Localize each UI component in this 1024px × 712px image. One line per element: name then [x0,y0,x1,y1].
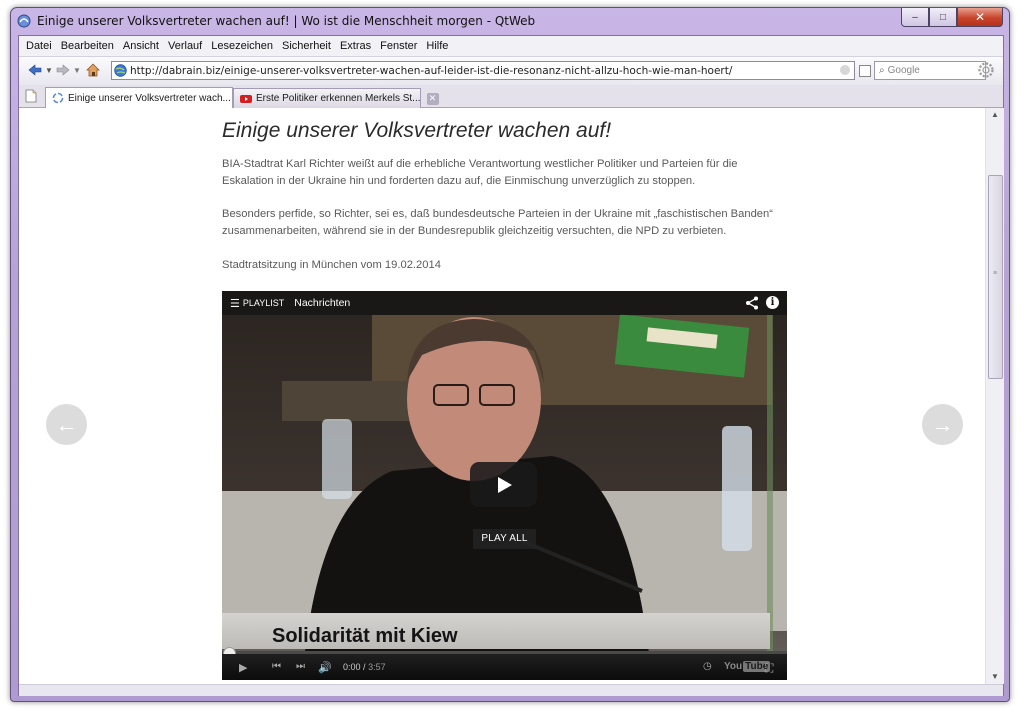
tab-label: Erste Politiker erkennen Merkels St... [256,93,421,104]
youtube-logo-text: You [724,661,743,672]
playlist-menu-icon[interactable]: ☰ [230,297,240,310]
address-bar[interactable]: http://dabrain.biz/einige-unserer-volksv… [111,61,855,80]
forward-arrow-icon[interactable] [56,63,70,77]
youtube-logo[interactable]: You Tube [724,661,771,672]
search-placeholder: Google [887,65,920,76]
previous-post-arrow-icon[interactable]: ← [46,404,87,445]
play-icon[interactable]: ▶ [239,661,247,674]
navigation-toolbar: ▼ ▼ http://dabrain.biz/einige-unserer-vo… [19,56,1003,86]
client-area: Datei Bearbeiten Ansicht Verlauf Lesezei… [18,35,1004,696]
url-text[interactable]: http://dabrain.biz/einige-unserer-volksv… [130,65,732,77]
browser-window: Einige unserer Volksvertreter wachen auf… [10,7,1010,702]
qtweb-app-icon [17,14,31,28]
page-viewport: ← → Einige unserer Volksvertreter wachen… [19,108,985,684]
fullscreen-icon[interactable]: ⛶ [765,661,773,676]
play-button[interactable] [470,462,537,507]
forward-history-dropdown-icon[interactable]: ▼ [73,63,81,77]
tab-einige-unserer-volksvertreter[interactable]: Einige unserer Volksvertreter wach... ✕ [45,87,249,108]
scrollbar-grip-icon: ≡ [993,270,998,277]
post-title: Einige unserer Volksvertreter wachen auf… [222,119,612,142]
volume-icon[interactable]: 🔊 [318,661,332,674]
menu-ansicht[interactable]: Ansicht [120,40,165,52]
globe-icon [114,64,127,77]
tab-bar: Einige unserer Volksvertreter wach... ✕ … [19,85,1003,108]
tab-label: Einige unserer Volksvertreter wach... [68,92,231,104]
next-video-icon[interactable]: ⏭ [296,661,305,672]
article-paragraph: BIA-Stadtrat Karl Richter weißt auf die … [222,158,738,187]
menu-lesezeichen[interactable]: Lesezeichen [208,40,279,52]
tab-erste-politiker[interactable]: Erste Politiker erkennen Merkels St... ✕ [233,88,439,108]
playlist-title[interactable]: Nachrichten [294,297,350,309]
menu-sicherheit[interactable]: Sicherheit [279,40,337,52]
scrollbar-thumb[interactable]: ≡ [988,175,1003,379]
next-post-arrow-icon[interactable]: → [922,404,963,445]
video-top-bar: ☰ PLAYLIST Nachrichten [222,291,787,315]
back-history-dropdown-icon[interactable]: ▼ [45,63,53,77]
menu-extras[interactable]: Extras [337,40,377,52]
window-controls: – □ ✕ [901,8,1003,28]
menu-datei[interactable]: Datei [23,40,58,52]
scroll-up-arrow-icon[interactable]: ▲ [986,108,1004,122]
previous-video-icon[interactable]: ⏮ [272,661,281,672]
total-duration: 3:57 [368,662,386,672]
menu-hilfe[interactable]: Hilfe [423,40,454,52]
close-button[interactable]: ✕ [957,8,1003,27]
share-icon[interactable] [745,296,759,310]
current-time: 0:00 [343,662,361,672]
vertical-scrollbar[interactable]: ▲ ≡ ▼ [985,108,1004,684]
play-icon [497,476,512,493]
home-icon[interactable] [85,63,101,77]
search-input[interactable]: ⌕ Google [874,61,986,80]
title-bar[interactable]: Einige unserer Volksvertreter wachen auf… [11,8,1009,34]
maximize-button[interactable]: □ [929,8,957,27]
loading-icon [52,92,64,104]
gear-icon[interactable] [977,61,995,79]
article-paragraph: Stadtratsitzung in München vom 19.02.201… [222,259,441,271]
scroll-down-arrow-icon[interactable]: ▼ [986,670,1004,684]
menu-fenster[interactable]: Fenster [377,40,423,52]
search-icon: ⌕ [879,65,885,76]
video-time: 0:00 / 3:57 [343,662,386,672]
minimize-button[interactable]: – [901,8,929,27]
menu-verlauf[interactable]: Verlauf [165,40,208,52]
playlist-label[interactable]: PLAYLIST [243,298,284,308]
new-tab-icon[interactable] [25,89,37,103]
status-strip [19,684,1003,696]
video-controls: ▶ ⏮ ⏭ 🔊 0:00 / 3:57 ◷ You Tube ⛶ [222,654,787,680]
youtube-icon [240,94,252,103]
video-caption: Solidarität mit Kiew [272,625,458,647]
bookmark-page-button[interactable] [859,65,871,77]
clock-watch-later-icon[interactable]: ◷ [703,661,712,672]
article-paragraph: Besonders perfide, so Richter, sei es, d… [222,208,773,237]
menu-bar: Datei Bearbeiten Ansicht Verlauf Lesezei… [19,36,1003,55]
embedded-video-player[interactable]: ☰ PLAYLIST Nachrichten i PLAY ALL Solida… [222,291,787,680]
menu-bearbeiten[interactable]: Bearbeiten [58,40,120,52]
window-title: Einige unserer Volksvertreter wachen auf… [37,14,536,28]
tab-close-icon[interactable]: ✕ [426,92,439,105]
info-icon[interactable]: i [766,296,779,309]
play-all-button[interactable]: PLAY ALL [473,529,536,549]
url-clear-icon[interactable] [840,65,850,75]
back-arrow-icon[interactable] [28,63,42,77]
